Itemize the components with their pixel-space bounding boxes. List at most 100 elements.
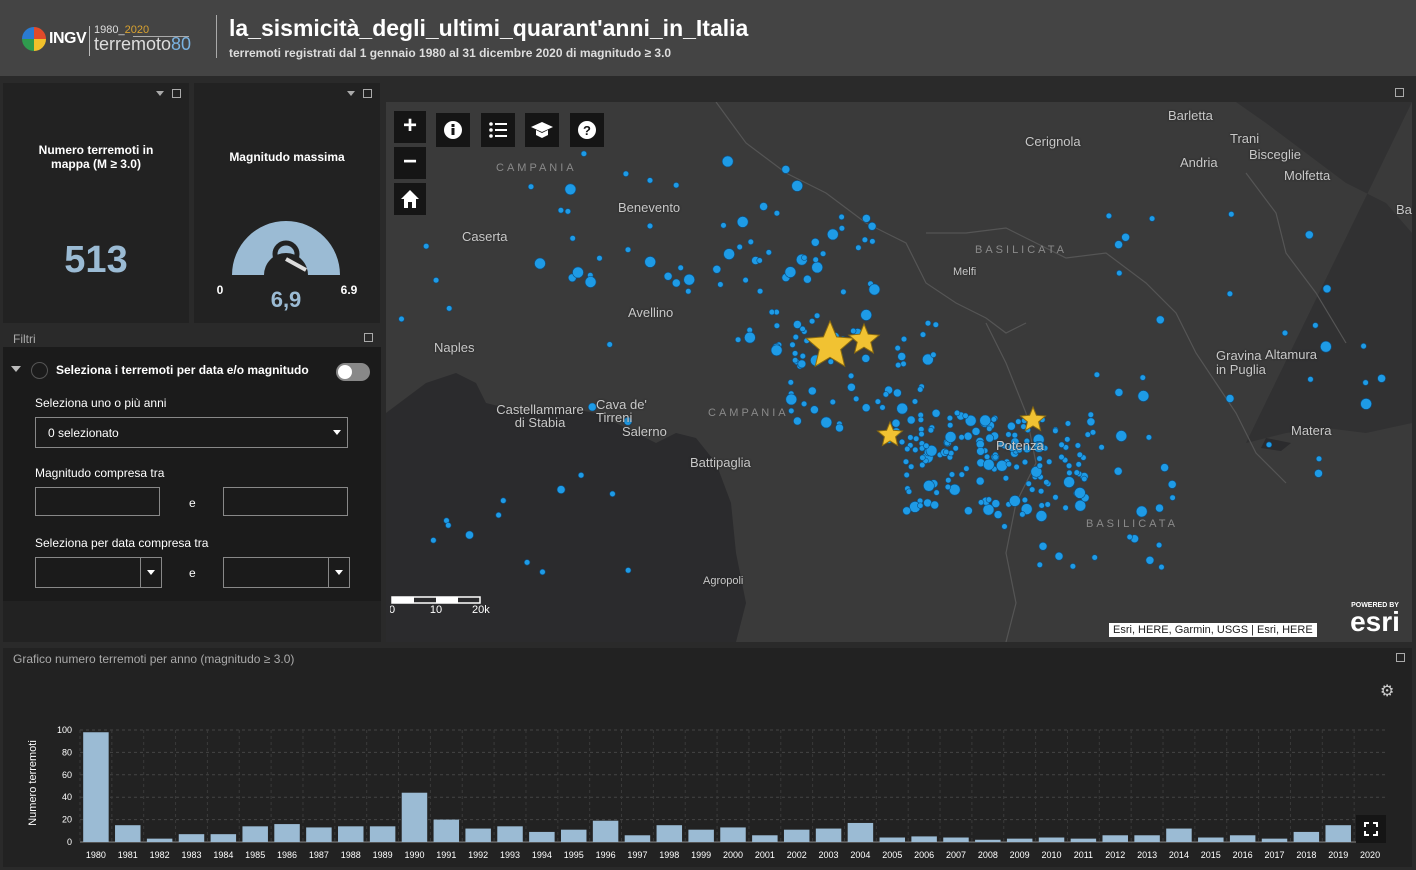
bar-1994[interactable]: [529, 831, 555, 842]
earthquake-marker[interactable]: [923, 479, 935, 492]
earthquake-marker[interactable]: [990, 416, 998, 423]
earthquake-marker[interactable]: [799, 353, 806, 360]
chevron-down-icon[interactable]: [11, 366, 21, 372]
earthquake-marker[interactable]: [1148, 215, 1156, 222]
earthquake-marker[interactable]: [671, 278, 681, 288]
earthquake-marker[interactable]: [539, 568, 546, 576]
earthquake-marker[interactable]: [625, 567, 632, 574]
earthquake-marker[interactable]: [993, 510, 1003, 519]
bar-2013[interactable]: [1134, 835, 1160, 842]
earthquake-marker[interactable]: [807, 386, 817, 396]
earthquake-marker[interactable]: [1360, 343, 1367, 350]
earthquake-marker[interactable]: [1036, 561, 1043, 568]
earthquake-marker[interactable]: [820, 250, 827, 257]
earthquake-marker[interactable]: [578, 472, 585, 479]
earthquake-marker[interactable]: [906, 415, 916, 425]
earthquake-marker[interactable]: [1013, 463, 1020, 471]
earthquake-marker[interactable]: [398, 315, 405, 323]
earthquake-marker[interactable]: [923, 498, 932, 508]
bar-2010[interactable]: [1038, 837, 1065, 842]
earthquake-marker[interactable]: [1377, 374, 1386, 383]
earthquake-marker[interactable]: [1265, 441, 1273, 448]
earthquake-marker[interactable]: [953, 409, 961, 417]
earthquake-marker[interactable]: [646, 222, 654, 230]
earthquake-marker[interactable]: [799, 325, 806, 333]
earthquake-marker[interactable]: [801, 254, 808, 261]
earthquake-marker[interactable]: [1021, 496, 1029, 504]
maximize-icon[interactable]: [364, 333, 373, 342]
earthquake-marker[interactable]: [1362, 379, 1369, 386]
earthquake-marker[interactable]: [943, 448, 950, 456]
earthquake-marker[interactable]: [1225, 394, 1235, 403]
earthquake-marker[interactable]: [964, 506, 973, 516]
bar-2015[interactable]: [1198, 837, 1224, 842]
earthquake-marker[interactable]: [712, 265, 722, 274]
earthquake-marker[interactable]: [891, 418, 901, 428]
earthquake-marker[interactable]: [944, 431, 957, 443]
earthquake-marker[interactable]: [947, 422, 954, 429]
earthquake-marker[interactable]: [933, 489, 940, 496]
bar-2018[interactable]: [1293, 831, 1320, 842]
earthquake-marker[interactable]: [609, 490, 616, 498]
earthquake-marker[interactable]: [1058, 454, 1065, 461]
earthquake-marker[interactable]: [948, 483, 961, 496]
earthquake-marker[interactable]: [446, 305, 453, 312]
earthquake-marker[interactable]: [900, 360, 907, 368]
earthquake-marker[interactable]: [1135, 505, 1148, 518]
bar-1998[interactable]: [656, 825, 683, 842]
earthquake-marker[interactable]: [917, 386, 924, 393]
earthquake-marker[interactable]: [1155, 503, 1164, 513]
earthquake-marker[interactable]: [902, 506, 912, 516]
earthquake-marker[interactable]: [717, 281, 724, 288]
earthquake-marker[interactable]: [963, 465, 970, 472]
bar-1980[interactable]: [83, 732, 109, 842]
maximize-icon[interactable]: [172, 89, 181, 99]
earthquake-marker[interactable]: [784, 266, 797, 278]
earthquake-marker[interactable]: [982, 503, 995, 516]
bar-2000[interactable]: [720, 827, 746, 842]
earthquake-marker[interactable]: [1314, 469, 1323, 478]
earthquake-marker[interactable]: [757, 288, 764, 295]
earthquake-marker[interactable]: [1069, 563, 1077, 570]
panel-menu-icon[interactable]: [156, 91, 164, 97]
earthquake-marker[interactable]: [1322, 284, 1332, 294]
earthquake-marker[interactable]: [1113, 466, 1123, 476]
earthquake-marker[interactable]: [971, 427, 981, 436]
earthquake-marker[interactable]: [1058, 441, 1065, 448]
bar-2017[interactable]: [1261, 838, 1288, 842]
zoom-in-button[interactable]: +: [394, 111, 426, 143]
earthquake-marker[interactable]: [423, 243, 430, 250]
earthquake-marker[interactable]: [810, 405, 819, 415]
earthquake-marker[interactable]: [1160, 463, 1169, 472]
earthquake-marker[interactable]: [596, 255, 603, 262]
earthquake-marker[interactable]: [572, 266, 584, 279]
earthquake-marker[interactable]: [930, 351, 937, 358]
earthquake-marker[interactable]: [791, 180, 804, 192]
earthquake-marker[interactable]: [1029, 486, 1036, 493]
earthquake-marker[interactable]: [1360, 398, 1372, 410]
earthquake-marker[interactable]: [1062, 504, 1069, 511]
bar-1984[interactable]: [210, 834, 237, 842]
date-end-select[interactable]: [223, 557, 350, 588]
bar-2005[interactable]: [879, 837, 906, 842]
earthquake-marker[interactable]: [917, 416, 925, 423]
earthquake-marker[interactable]: [1015, 418, 1022, 425]
magnitude-min-input[interactable]: [35, 487, 160, 516]
earthquake-marker[interactable]: [923, 442, 930, 449]
earthquake-marker[interactable]: [904, 445, 911, 453]
earthquake-marker[interactable]: [788, 407, 795, 415]
earthquake-marker[interactable]: [1081, 475, 1088, 483]
earthquake-marker[interactable]: [862, 214, 871, 223]
basemap-button[interactable]: [525, 113, 559, 147]
earthquake-marker[interactable]: [1043, 479, 1050, 486]
earthquake-marker[interactable]: [927, 427, 935, 434]
earthquake-marker[interactable]: [744, 331, 756, 344]
map-panel[interactable]: + − ? Barletta Cerignola Trani Andria Bi…: [386, 83, 1412, 642]
bar-2007[interactable]: [943, 837, 969, 842]
earthquake-marker[interactable]: [855, 244, 862, 251]
earthquake-marker[interactable]: [820, 416, 833, 429]
earthquake-marker[interactable]: [958, 434, 965, 441]
earthquake-marker[interactable]: [1074, 442, 1082, 449]
info-button[interactable]: [436, 113, 470, 147]
earthquake-marker[interactable]: [992, 454, 999, 461]
